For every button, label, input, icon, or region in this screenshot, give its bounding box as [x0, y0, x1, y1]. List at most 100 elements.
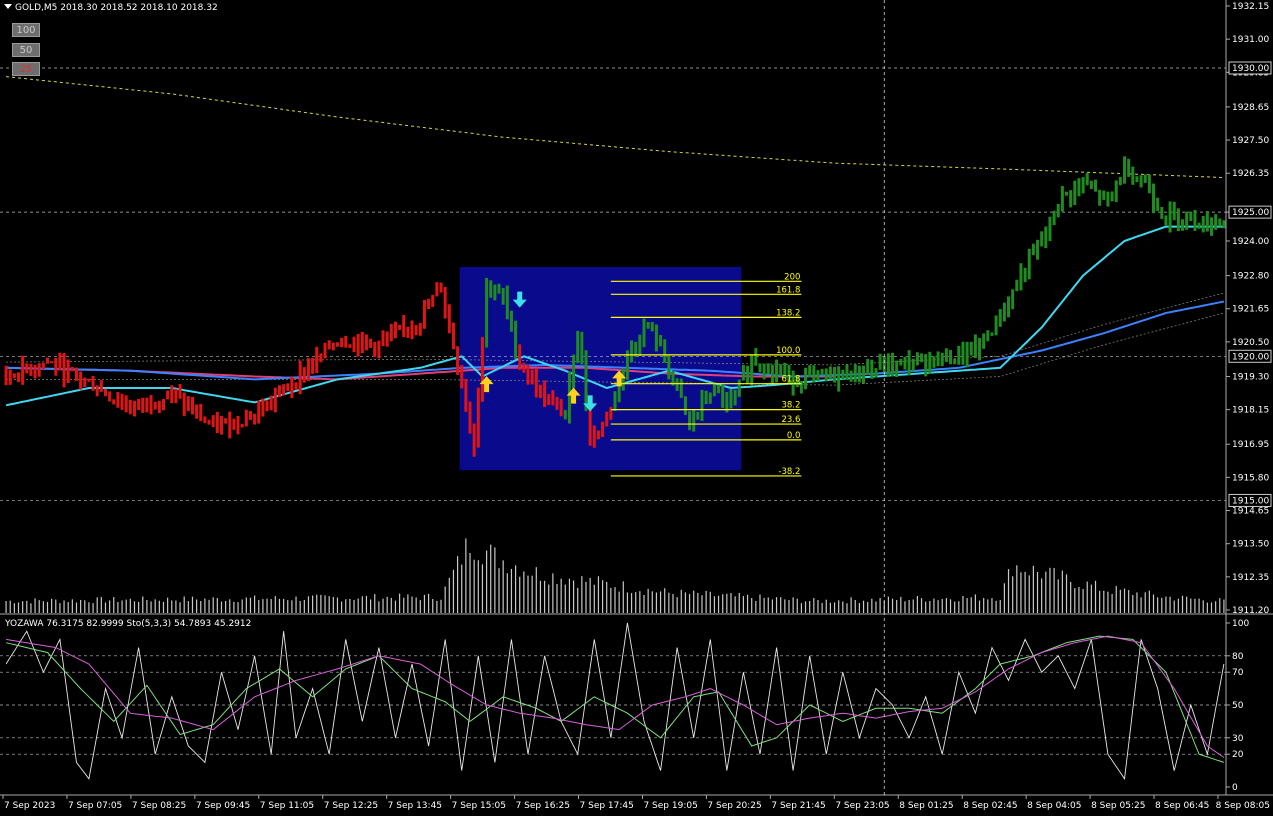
ohlc-bar	[240, 424, 244, 428]
volume-histogram	[5, 538, 1225, 613]
ohlc-bar	[746, 365, 750, 384]
ohlc-bar	[882, 356, 886, 374]
ohlc-bar	[402, 315, 406, 338]
price-tick-label: 1931.00	[1232, 35, 1269, 45]
price-mark-label: 1925.00	[1232, 208, 1269, 218]
ohlc-bar	[16, 372, 20, 383]
ohlc-bar	[704, 390, 708, 405]
price-mark-label: 1920.00	[1232, 352, 1269, 362]
ohlc-bar	[232, 418, 236, 430]
time-tick-label: 7 Sep 2023	[4, 801, 55, 811]
ohlc-bar	[1201, 215, 1205, 233]
ohlc-bar	[116, 392, 120, 408]
ohlc-bar	[1218, 218, 1222, 227]
ohlc-bar	[190, 396, 194, 415]
ohlc-bar	[1176, 208, 1180, 232]
fib-level-label: 100.0	[776, 346, 800, 356]
ohlc-bar	[323, 342, 327, 359]
ohlc-bar	[1160, 206, 1164, 219]
ohlc-bar	[700, 389, 704, 421]
price-tick-label: 1915.80	[1232, 473, 1269, 483]
zoom-50-button[interactable]: 50	[12, 43, 40, 57]
ohlc-bar	[936, 351, 940, 367]
ohlc-bar	[729, 388, 733, 409]
ohlc-bar	[555, 397, 559, 410]
price-tick-label: 1919.30	[1232, 372, 1269, 382]
price-tick-label: 1920.50	[1232, 338, 1269, 348]
ohlc-bar	[219, 415, 223, 435]
ohlc-bar	[4, 365, 8, 386]
ohlc-bar	[215, 411, 219, 434]
ohlc-bar	[770, 364, 774, 385]
ohlc-bar	[178, 384, 182, 399]
ohlc-bar	[261, 398, 265, 417]
ohlc-bar	[145, 397, 149, 413]
price-tick-label: 1924.00	[1232, 237, 1269, 247]
ohlc-bar	[853, 364, 857, 383]
osc-tick-label: 20	[1232, 750, 1244, 760]
ohlc-bar	[120, 393, 124, 410]
ohlc-bar	[369, 338, 373, 349]
yozawa-values: YOZAWA 76.3175 82.9999	[5, 619, 124, 629]
ohlc-bar	[472, 423, 476, 457]
ohlc-bar	[302, 367, 306, 383]
ohlc-bar	[422, 299, 426, 329]
zoom-100-button[interactable]: 100	[12, 23, 40, 37]
price-chart[interactable]: 200161.8138.2100.061.838.223.60.0-38.2 1…	[0, 0, 1273, 816]
ohlc-bar	[1114, 180, 1118, 203]
osc-tick-label: 0	[1232, 783, 1238, 793]
ohlc-bar	[277, 385, 281, 398]
ohlc-bar	[646, 322, 650, 329]
ohlc-bar	[874, 368, 878, 378]
ohlc-bar	[306, 358, 310, 382]
fib-level-label: 61.8	[781, 375, 800, 385]
ohlc-bar	[1069, 190, 1073, 208]
ohlc-bar	[754, 348, 758, 366]
ohlc-bar	[642, 318, 646, 348]
ohlc-bar	[580, 331, 584, 365]
ohlc-bar	[654, 324, 658, 352]
ohlc-bar	[381, 330, 385, 347]
dropdown-triangle-icon[interactable]	[4, 4, 12, 9]
ohlc-bar	[1056, 203, 1060, 218]
ohlc-bar	[953, 358, 957, 365]
ohlc-bar	[973, 334, 977, 359]
ohlc-bar	[315, 346, 319, 374]
ohlc-bar	[530, 369, 534, 385]
ohlc-bar	[269, 395, 273, 411]
ohlc-bar	[37, 363, 41, 377]
price-tick-label: 1932.15	[1232, 2, 1269, 12]
ohlc-bar	[1139, 175, 1143, 188]
ohlc-bar	[518, 344, 522, 371]
ohlc-bar	[986, 330, 990, 342]
ohlc-bar	[1085, 172, 1089, 186]
ohlc-bar	[286, 383, 290, 392]
ohlc-bar	[153, 401, 157, 410]
price-tick-label: 1914.65	[1232, 507, 1269, 517]
ohlc-bar	[21, 355, 25, 385]
ohlc-bar	[1181, 219, 1185, 231]
ohlc-bar	[161, 398, 165, 411]
indicator-header: YOZAWA 76.3175 82.9999 Sto(5,3,3) 54.789…	[5, 619, 251, 630]
ohlc-bar	[965, 341, 969, 368]
ohlc-bar	[45, 357, 49, 364]
ohlc-bar	[526, 364, 530, 385]
ohlc-bar	[141, 397, 145, 413]
ohlc-bar	[849, 370, 853, 382]
ohlc-bar	[1077, 178, 1081, 197]
ohlc-bar	[915, 352, 919, 366]
ohlc-bar	[157, 400, 161, 414]
ohlc-bar	[199, 403, 203, 422]
ohlc-bar	[186, 396, 190, 412]
ohlc-bar	[1106, 191, 1110, 207]
osc-green-line	[5, 635, 1225, 763]
ohlc-bar	[683, 396, 687, 415]
ohlc-bar	[79, 371, 83, 390]
ohlc-bar	[8, 369, 12, 385]
osc-tick-label: 80	[1232, 652, 1244, 662]
ohlc-bar	[1197, 222, 1201, 229]
zoom-25-button[interactable]: 25	[12, 62, 40, 76]
ohlc-bar	[592, 425, 596, 448]
zoom-25-label: 25	[19, 64, 33, 75]
ohlc-bar	[418, 322, 422, 336]
